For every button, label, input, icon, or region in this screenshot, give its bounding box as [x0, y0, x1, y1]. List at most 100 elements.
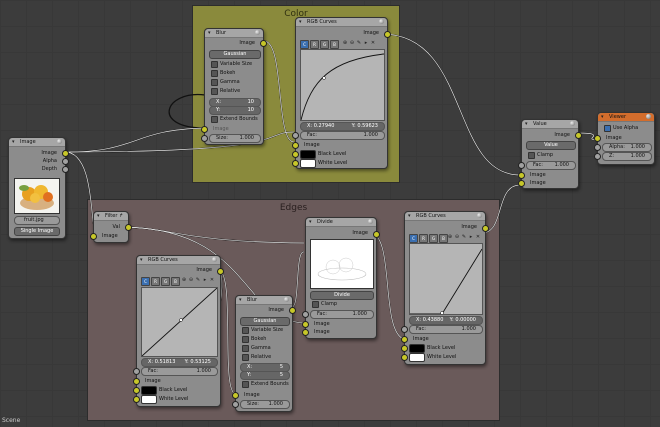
- curves1-fac-socket[interactable]: [292, 132, 299, 139]
- curves1-output-socket[interactable]: [384, 31, 391, 38]
- curves1-xy-field[interactable]: X: 0.27940 Y: 0.59623: [300, 122, 385, 131]
- curves2-graph[interactable]: [141, 287, 218, 357]
- curve-zoom-out-icon[interactable]: ⊖: [454, 234, 460, 241]
- curves3-fac-field[interactable]: Fac: 1.000: [409, 325, 483, 334]
- curves2-tab-b[interactable]: B: [171, 277, 180, 286]
- image-file-selector[interactable]: fruit.jpg: [14, 216, 60, 225]
- divide-op-dropdown[interactable]: Divide: [310, 291, 374, 300]
- blur1-size-field[interactable]: Size: 1.000: [209, 134, 261, 143]
- blur2-filter-dropdown[interactable]: Gaussian: [240, 317, 290, 326]
- blur1-extend-bounds-check[interactable]: [211, 116, 218, 123]
- curves3-black-socket[interactable]: [401, 345, 408, 352]
- curve-tools-icon[interactable]: ✎: [461, 234, 467, 241]
- curves2-xy-field[interactable]: X: 0.51813 Y: 0.53125: [141, 358, 218, 367]
- curves1-tab-g[interactable]: G: [320, 40, 329, 49]
- blur-node-2[interactable]: ▾ Blur Image Gaussian Variable Size Boke…: [232, 295, 296, 412]
- curve-delete-icon[interactable]: ✕: [209, 277, 215, 284]
- curves2-tab-c[interactable]: C: [141, 277, 150, 286]
- curves2-white-swatch[interactable]: [141, 395, 157, 404]
- curve-clip-icon[interactable]: ▸: [363, 40, 369, 47]
- rgb-curves-node-3[interactable]: ▾ RGB Curves Image CRGB ⊕ ⊖ ✎ ▸ ✕ X: 0.43880…: [401, 211, 489, 365]
- curves3-tab-g[interactable]: G: [429, 234, 438, 243]
- rgb-curves-node-2[interactable]: ▾ RGB Curves Image CRGB ⊕ ⊖ ✎ ▸ ✕ X: 0.51813…: [133, 255, 224, 407]
- value-mix-node[interactable]: ▾ Value Image Value Clamp Fac: 1.000 Ima…: [518, 119, 582, 189]
- rgb-curves-1-header[interactable]: ▾ RGB Curves: [296, 18, 387, 27]
- blur-node-1[interactable]: ▾ Blur Image Gaussian Variable Size Boke…: [201, 28, 267, 145]
- value-clamp-check[interactable]: [528, 152, 535, 159]
- value-fac-field[interactable]: Fac: 1.000: [526, 161, 576, 170]
- value-input2-socket[interactable]: [518, 180, 525, 187]
- curves3-graph[interactable]: [409, 243, 483, 315]
- blur1-variable-size-check[interactable]: [211, 61, 218, 68]
- value-fac-socket[interactable]: [518, 162, 525, 169]
- node-preview-ball-icon[interactable]: [57, 139, 62, 144]
- filter-node-header[interactable]: ▾ Filter ↱: [94, 212, 128, 221]
- curves2-image-socket[interactable]: [133, 378, 140, 385]
- blur2-size-field[interactable]: Size: 1.000: [240, 400, 290, 409]
- curves1-black-socket[interactable]: [292, 151, 299, 158]
- curve-delete-icon[interactable]: ✕: [370, 40, 376, 47]
- blur2-output-socket[interactable]: [289, 307, 296, 314]
- curve-zoom-in-icon[interactable]: ⊕: [342, 40, 348, 47]
- curve-clip-icon[interactable]: ▸: [468, 234, 474, 241]
- curves3-white-swatch[interactable]: [409, 353, 425, 362]
- blur1-bokeh-check[interactable]: [211, 70, 218, 77]
- rgb-curves-2-header[interactable]: ▾ RGB Curves: [137, 256, 220, 265]
- viewer-use-alpha-check[interactable]: [604, 125, 611, 132]
- node-collapse-arrow-icon[interactable]: ▾: [525, 121, 528, 127]
- curves2-white-socket[interactable]: [133, 396, 140, 403]
- viewer-alpha-field[interactable]: Alpha: 1.000: [602, 143, 652, 152]
- divide-mix-node[interactable]: ▾ Divide Image Divide Clamp Fac: 1.000 I…: [302, 217, 380, 339]
- node-preview-ball-icon[interactable]: [646, 114, 651, 119]
- value-op-dropdown[interactable]: Value: [526, 141, 576, 150]
- curves3-white-socket[interactable]: [401, 354, 408, 361]
- blur1-output-socket[interactable]: [260, 40, 267, 47]
- curve-tools-icon[interactable]: ✎: [356, 40, 362, 47]
- filter-output-socket[interactable]: [125, 224, 132, 231]
- value-node-header[interactable]: ▾ Value: [522, 120, 578, 129]
- rgb-curves-node-1[interactable]: ▾ RGB Curves Image CRGB ⊕ ⊖ ✎ ▸ ✕ X: 0.27940…: [292, 17, 391, 169]
- node-collapse-arrow-icon[interactable]: ▾: [299, 19, 302, 25]
- image-source-dropdown[interactable]: Single Image: [14, 227, 60, 236]
- curves1-tab-r[interactable]: R: [310, 40, 319, 49]
- node-collapse-arrow-icon[interactable]: ▾: [239, 297, 242, 303]
- curves2-fac-socket[interactable]: [133, 368, 140, 375]
- blur2-gamma-check[interactable]: [242, 345, 249, 352]
- curve-zoom-out-icon[interactable]: ⊖: [188, 277, 194, 284]
- blur2-input-socket[interactable]: [232, 392, 239, 399]
- blur1-y-field[interactable]: Y: 10: [209, 106, 261, 115]
- node-preview-ball-icon[interactable]: [368, 219, 373, 224]
- curves3-output-socket[interactable]: [482, 225, 489, 232]
- filter-input-socket[interactable]: [90, 233, 97, 240]
- curves3-tab-r[interactable]: R: [419, 234, 428, 243]
- viewer-z-socket[interactable]: [594, 153, 601, 160]
- curves1-graph[interactable]: [300, 49, 385, 121]
- curves3-image-socket[interactable]: [401, 336, 408, 343]
- node-preview-ball-icon[interactable]: [212, 257, 217, 262]
- divide-input1-socket[interactable]: [302, 321, 309, 328]
- blur1-relative-check[interactable]: [211, 88, 218, 95]
- curves1-black-swatch[interactable]: [300, 150, 316, 159]
- viewer-header[interactable]: ▾ Viewer: [598, 113, 654, 122]
- node-collapse-arrow-icon[interactable]: ▾: [309, 219, 312, 225]
- curves2-output-socket[interactable]: [217, 268, 224, 275]
- curves3-tab-c[interactable]: C: [409, 234, 418, 243]
- value-output-socket[interactable]: [575, 132, 582, 139]
- blur2-relative-check[interactable]: [242, 354, 249, 361]
- node-preview-ball-icon[interactable]: [477, 213, 482, 218]
- blur1-filter-dropdown[interactable]: Gaussian: [209, 50, 261, 59]
- viewer-node[interactable]: ▾ Viewer Use Alpha Image Alpha: 1.000 Z:…: [594, 112, 655, 165]
- node-preview-ball-icon[interactable]: [570, 121, 575, 126]
- node-preview-ball-icon[interactable]: [284, 297, 289, 302]
- curves3-black-swatch[interactable]: [409, 344, 425, 353]
- curves2-black-socket[interactable]: [133, 387, 140, 394]
- blur-node-2-header[interactable]: ▾ Blur: [236, 296, 292, 305]
- curves1-white-socket[interactable]: [292, 160, 299, 167]
- node-collapse-arrow-icon[interactable]: ▾: [97, 213, 100, 219]
- blur2-extend-bounds-check[interactable]: [242, 381, 249, 388]
- alpha-output-socket[interactable]: [62, 158, 69, 165]
- node-collapse-arrow-icon[interactable]: ▾: [140, 257, 143, 263]
- node-preview-ball-icon[interactable]: [255, 30, 260, 35]
- blur2-bokeh-check[interactable]: [242, 336, 249, 343]
- divide-node-header[interactable]: ▾ Divide: [306, 218, 376, 227]
